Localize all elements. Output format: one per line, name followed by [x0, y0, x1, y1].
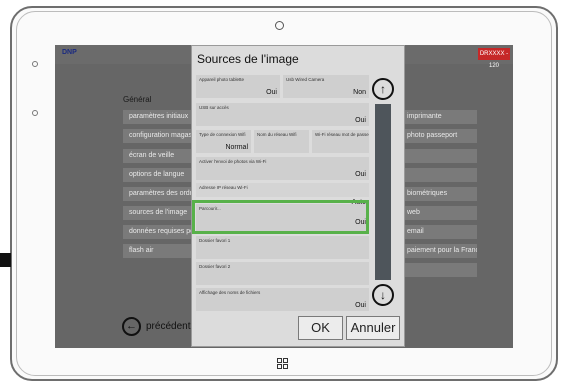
arrow-left-circle-icon: ←	[122, 317, 141, 336]
setting-label: USB sur accès	[199, 105, 229, 110]
menu-item-right-3[interactable]	[405, 149, 477, 163]
setting-wifi-password[interactable]: Wi-Fi réseau mot de passe	[312, 130, 369, 153]
setting-label: Type de connexion Wifi	[199, 132, 246, 137]
menu-item-printer[interactable]: imprimante	[405, 110, 477, 124]
back-label: précédent	[146, 321, 191, 332]
setting-label: Dossier favori 1	[199, 238, 231, 243]
arrow-up-circle-icon[interactable]: ↑	[372, 78, 394, 100]
menu-item-language[interactable]: options de langue	[123, 168, 193, 182]
setting-show-filenames[interactable]: Affichage des noms de fichiers Oui	[196, 288, 369, 311]
setting-label: Affichage des noms de fichiers	[199, 290, 261, 295]
setting-tablet-camera[interactable]: Appareil photo tablette Oui	[196, 75, 280, 98]
setting-label: Appareil photo tablette	[199, 77, 245, 82]
setting-value: Oui	[355, 302, 366, 309]
menu-item-right-4[interactable]	[405, 168, 477, 182]
menu-item-initial-settings[interactable]: paramètres initiaux	[123, 110, 193, 124]
section-title: Général	[123, 95, 152, 104]
setting-value: Oui	[266, 89, 277, 96]
setting-favorite-folder-1[interactable]: Dossier favori 1	[196, 236, 369, 259]
setting-label: Adresse IP réseau Wi-Fi	[199, 185, 248, 190]
setting-value: Non	[353, 89, 366, 96]
setting-label: Usb Wired Camera	[286, 77, 325, 82]
menu-item-order-settings[interactable]: paramètres des ordres	[123, 187, 193, 201]
sensor-dot	[32, 110, 38, 116]
image-sources-dialog: Sources de l'image Appareil photo tablet…	[191, 45, 405, 347]
menu-item-screensaver[interactable]: écran de veille	[123, 149, 193, 163]
arrow-down-circle-icon[interactable]: ↓	[372, 284, 394, 306]
setting-label: Dossier favori 2	[199, 264, 231, 269]
menu-item-payment[interactable]: paiement pour la France)	[405, 244, 477, 258]
setting-value: Oui	[355, 117, 366, 124]
sensor-dot	[32, 61, 38, 67]
menu-item-store-config[interactable]: configuration magasin	[123, 129, 193, 143]
menu-item-right-9[interactable]	[405, 263, 477, 277]
ok-button[interactable]: OK	[298, 316, 343, 340]
setting-label: Activer l'envoi de photos via Wi-Fi	[199, 159, 267, 164]
menu-item-biometric[interactable]: biométriques	[405, 187, 477, 201]
menu-item-email[interactable]: email	[405, 225, 477, 239]
setting-wifi-ip-address[interactable]: Adresse IP réseau Wi-Fi Auto	[196, 183, 369, 206]
setting-favorite-folder-2[interactable]: Dossier favori 2	[196, 262, 369, 285]
highlight-frame	[192, 200, 369, 234]
setting-wifi-network-name[interactable]: Nom du réseau Wifi	[254, 130, 309, 153]
setting-usb-access[interactable]: USB sur accès Oui	[196, 103, 369, 126]
menu-item-web[interactable]: web	[405, 206, 477, 220]
menu-item-passport-photo[interactable]: photo passeport	[405, 129, 477, 143]
menu-item-required-data[interactable]: données requises pour	[123, 225, 193, 239]
setting-wifi-connection-type[interactable]: Type de connexion Wifi Normal	[196, 130, 251, 153]
printer-badge: DRXXXX - 120	[478, 48, 510, 69]
menu-item-image-sources[interactable]: sources de l'image	[123, 206, 193, 220]
setting-value: Oui	[355, 171, 366, 178]
setting-usb-wired-camera[interactable]: Usb Wired Camera Non	[283, 75, 369, 98]
side-button	[0, 253, 11, 267]
setting-label: Wi-Fi réseau mot de passe	[315, 132, 369, 137]
scrollbar-track[interactable]	[375, 104, 391, 280]
brand-logo: DNP	[62, 49, 77, 56]
windows-logo-icon[interactable]	[277, 358, 290, 371]
setting-wifi-photo-upload[interactable]: Activer l'envoi de photos via Wi-Fi Oui	[196, 157, 369, 180]
menu-item-flash-air[interactable]: flash air	[123, 244, 193, 258]
setting-label: Nom du réseau Wifi	[257, 132, 297, 137]
camera-icon	[275, 21, 284, 30]
dialog-title: Sources de l'image	[197, 52, 299, 66]
setting-value: Normal	[225, 144, 248, 151]
cancel-button[interactable]: Annuler	[346, 316, 400, 340]
